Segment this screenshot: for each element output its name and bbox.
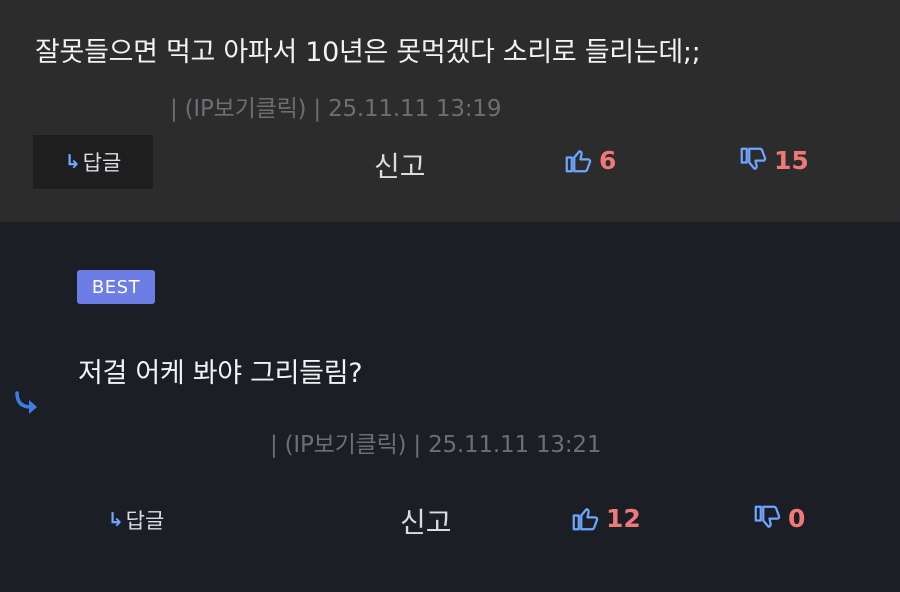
reply-button[interactable]: ↳ 답글 — [33, 135, 153, 189]
dislike-button[interactable]: 15 — [738, 145, 809, 175]
reply-arrow-icon: ↳ — [107, 509, 124, 531]
thumbs-up-icon — [572, 508, 599, 531]
reply-button[interactable]: ↳ 답글 — [100, 503, 172, 537]
comment-text: 잘못들으면 먹고 아파서 10년은 못먹겠다 소리로 들리는데;; — [35, 37, 701, 68]
like-button[interactable]: 12 — [570, 503, 641, 533]
thumbs-up-icon — [565, 150, 592, 173]
dislike-count: 15 — [774, 145, 809, 175]
reply-arrow-icon: ↳ — [64, 151, 81, 173]
like-count: 6 — [599, 145, 617, 175]
comment-text: 저걸 어케 봐야 그리들림? — [78, 358, 363, 389]
comment-item: 잘못들으면 먹고 아파서 10년은 못먹겠다 소리로 들리는데;; | (IP보… — [0, 0, 900, 222]
reply-label: 답글 — [125, 509, 165, 533]
nested-reply-icon — [13, 389, 45, 421]
thumbs-down-icon — [740, 147, 767, 170]
report-button[interactable]: 신고 — [400, 501, 452, 541]
thumbs-down-icon — [754, 505, 781, 528]
dislike-button[interactable]: 0 — [752, 503, 805, 533]
comment-meta: | (IP보기클릭) | 25.11.11 13:21 — [270, 432, 602, 458]
like-button[interactable]: 6 — [563, 145, 616, 175]
reply-label: 답글 — [82, 151, 122, 175]
best-badge: BEST — [77, 270, 155, 304]
comment-meta: | (IP보기클릭) | 25.11.11 13:19 — [170, 96, 502, 122]
report-button[interactable]: 신고 — [374, 145, 426, 185]
dislike-count: 0 — [788, 503, 806, 533]
like-count: 12 — [606, 503, 641, 533]
